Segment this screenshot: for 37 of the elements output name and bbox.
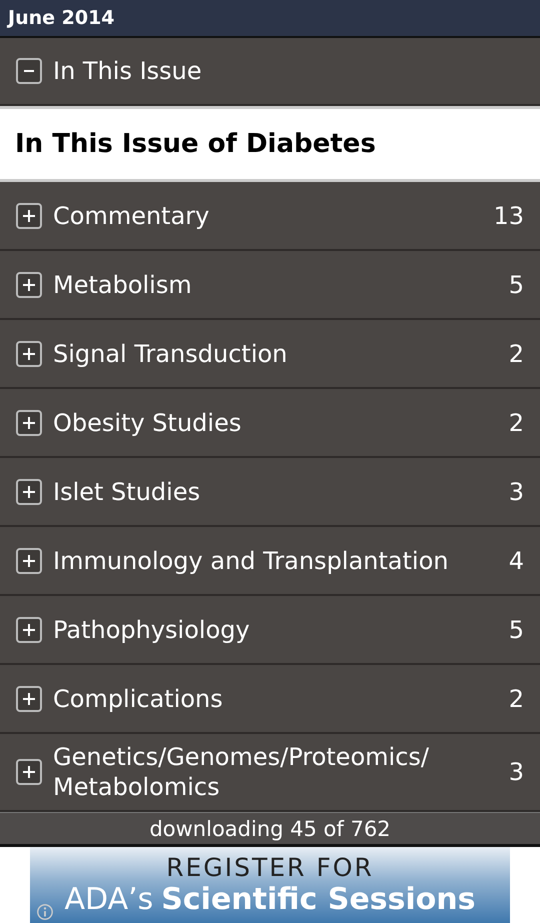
article-count: 2 — [508, 408, 524, 436]
category-row[interactable]: Pathophysiology 5 — [0, 596, 540, 665]
month-title: June 2014 — [8, 7, 115, 29]
article-count: 13 — [493, 202, 524, 230]
category-row[interactable]: Genetics/Genomes/Proteomics/ Metabolomics 3 — [0, 734, 540, 812]
section-label: In This Issue — [53, 57, 203, 85]
issue-heading: In This Issue of Diabetes — [15, 129, 376, 159]
category-label: Genetics/Genomes/Proteomics/ Metabolomics — [53, 742, 430, 802]
article-count: 5 — [508, 270, 524, 298]
category-row[interactable]: Commentary 13 — [0, 182, 540, 251]
category-label: Islet Studies — [53, 478, 202, 506]
category-row[interactable]: Metabolism 5 — [0, 251, 540, 320]
category-label: Obesity Studies — [53, 408, 242, 436]
article-count: 3 — [508, 758, 524, 786]
category-label: Immunology and Transplantation — [53, 546, 450, 574]
category-row[interactable]: Immunology and Transplantation 4 — [0, 527, 540, 596]
category-label: Commentary — [53, 202, 210, 230]
article-count: 3 — [508, 478, 524, 506]
download-status: downloading 45 of 762 — [149, 816, 391, 840]
ad-text: ADA’s — [64, 882, 154, 917]
article-count: 4 — [508, 546, 524, 574]
info-icon[interactable] — [36, 903, 54, 921]
category-label: Metabolism — [53, 270, 193, 298]
category-label: Signal Transduction — [53, 340, 288, 368]
ad-title: Scientific Sessions — [161, 882, 476, 917]
category-row[interactable]: Signal Transduction 2 — [0, 320, 540, 389]
article-count: 5 — [508, 616, 524, 644]
category-label: Complications — [53, 684, 224, 712]
category-label: Pathophysiology — [53, 616, 251, 644]
category-row[interactable]: Islet Studies 3 — [0, 458, 540, 527]
article-count: 2 — [508, 340, 524, 368]
ad-banner[interactable]: REGISTER FOR ADA’s Scientific Sessions — [30, 847, 510, 923]
section-header[interactable]: In This Issue — [0, 38, 540, 106]
ad-headline: REGISTER FOR — [166, 853, 374, 882]
category-row[interactable]: Obesity Studies 2 — [0, 389, 540, 458]
category-row[interactable]: Complications 2 — [0, 665, 540, 734]
article-count: 2 — [508, 684, 524, 712]
